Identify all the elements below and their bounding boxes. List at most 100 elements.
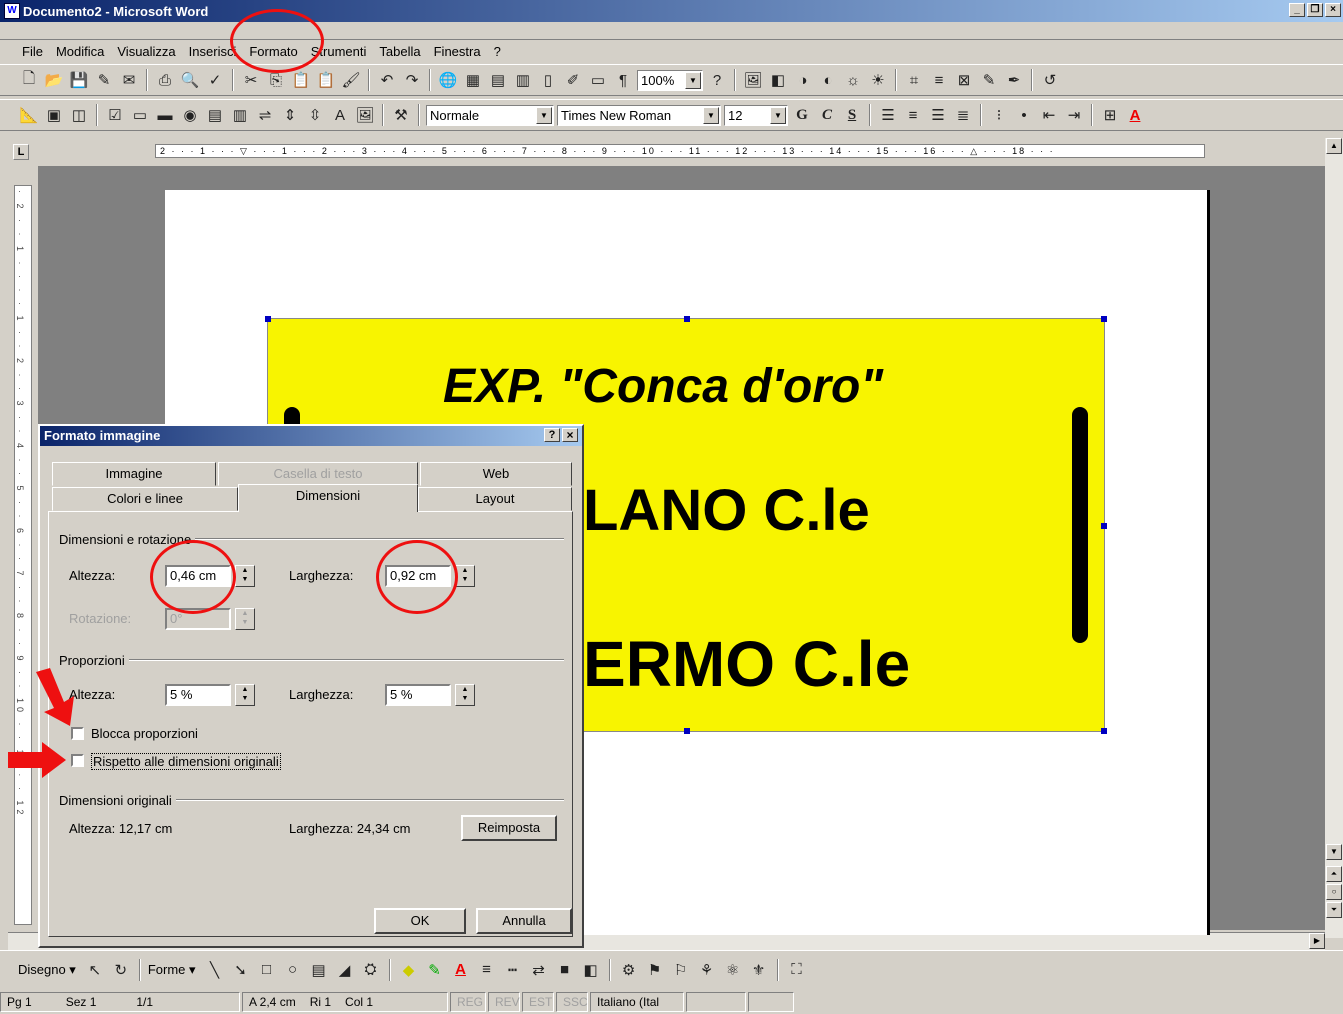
text-wrap-icon[interactable]: ✒	[1003, 69, 1025, 91]
relative-original-label[interactable]: Rispetto alle dimensioni originali	[91, 753, 281, 770]
chevron-down-icon[interactable]: ▼	[536, 106, 552, 124]
shadow-icon[interactable]: ■	[554, 959, 576, 981]
brightness-down-icon[interactable]: ☀	[867, 69, 889, 91]
image-icon[interactable]: ◧	[767, 69, 789, 91]
chevron-down-icon[interactable]: ▼	[685, 71, 701, 89]
next-page-icon[interactable]: ⏷	[1326, 902, 1342, 918]
3d-icon[interactable]: ◧	[580, 959, 602, 981]
spin-control-icon[interactable]: ⇕	[279, 104, 301, 126]
scroll-right-icon[interactable]: ▶	[1309, 933, 1325, 949]
toggle-control-icon[interactable]: ⇌	[254, 104, 276, 126]
contrast-up-icon[interactable]: ◑	[792, 69, 814, 91]
format-painter-icon[interactable]: 🖌	[340, 69, 362, 91]
status-rec[interactable]: REG	[450, 992, 486, 1012]
minimize-button[interactable]: _	[1289, 3, 1305, 17]
wordart-icon[interactable]: ◢	[334, 959, 356, 981]
contrast-down-icon[interactable]: ◐	[817, 69, 839, 91]
checkbox-control-icon[interactable]: ☑	[104, 104, 126, 126]
relative-original-checkbox[interactable]	[71, 754, 84, 767]
help-icon[interactable]: ?	[706, 69, 728, 91]
oval-icon[interactable]: ○	[282, 959, 304, 981]
permission-icon[interactable]: ✎	[93, 69, 115, 91]
preview-icon[interactable]: 🔍	[179, 69, 201, 91]
paste-special-icon[interactable]: 📋	[315, 69, 337, 91]
textbox-icon[interactable]: ▤	[308, 959, 330, 981]
lock-aspect-checkbox[interactable]	[71, 727, 84, 740]
select-objects-icon[interactable]: ↖	[84, 959, 106, 981]
scale-width-input[interactable]: 5 %	[385, 684, 451, 706]
increase-indent-icon[interactable]: ⇥	[1063, 104, 1085, 126]
button-control-icon[interactable]: ▬	[154, 104, 176, 126]
scrollbar-control-icon[interactable]: ⇳	[304, 104, 326, 126]
diagram-tool-7-icon[interactable]: ⛶	[786, 959, 808, 981]
align-center-icon[interactable]: ≡	[902, 104, 924, 126]
style-combo[interactable]: Normale ▼	[426, 104, 554, 126]
open-icon[interactable]: 📂	[43, 69, 65, 91]
diagram-tool-2-icon[interactable]: ⚑	[644, 959, 666, 981]
dash-style-icon[interactable]: ┅	[502, 959, 524, 981]
combobox-control-icon[interactable]: ▥	[229, 104, 251, 126]
tables-borders-icon[interactable]: ▦	[462, 69, 484, 91]
resize-handle-se[interactable]	[1101, 728, 1107, 734]
line-icon[interactable]: ╲	[204, 959, 226, 981]
image-control-icon[interactable]: 🖼	[354, 104, 376, 126]
design-mode-icon[interactable]: 📐	[18, 104, 40, 126]
text-color-icon[interactable]: A	[450, 959, 472, 981]
line-color-icon[interactable]: ✎	[424, 959, 446, 981]
lock-aspect-label[interactable]: Blocca proporzioni	[91, 726, 198, 741]
listbox-control-icon[interactable]: ▤	[204, 104, 226, 126]
resize-handle-ne[interactable]	[1101, 316, 1107, 322]
reset-button[interactable]: Reimposta	[461, 815, 557, 841]
restore-button[interactable]: ❐	[1307, 3, 1323, 17]
line-style-icon[interactable]: ≡	[928, 69, 950, 91]
brightness-up-icon[interactable]: ☼	[842, 69, 864, 91]
tab-selector[interactable]: L	[13, 144, 29, 160]
dialog-close-button[interactable]: ×	[562, 428, 578, 442]
cut-icon[interactable]: ✂	[240, 69, 262, 91]
tab-colori-e-linee[interactable]: Colori e linee	[52, 487, 238, 511]
resize-handle-s[interactable]	[684, 728, 690, 734]
diagram-tool-4-icon[interactable]: ⚘	[696, 959, 718, 981]
scroll-down-icon[interactable]: ▼	[1326, 844, 1342, 860]
font-color-icon[interactable]: A	[1124, 104, 1146, 126]
option-control-icon[interactable]: ◉	[179, 104, 201, 126]
word-app-icon[interactable]: W	[4, 3, 20, 19]
status-language[interactable]: Italiano (Ital	[590, 992, 684, 1012]
paste-icon[interactable]: 📋	[290, 69, 312, 91]
scale-height-input[interactable]: 5 %	[165, 684, 231, 706]
free-rotate-icon[interactable]: ↻	[110, 959, 132, 981]
width-spinner[interactable]: ▲ ▼	[455, 565, 475, 587]
browse-object-icon[interactable]: ○	[1326, 884, 1342, 900]
document-map-icon[interactable]: ▭	[587, 69, 609, 91]
diagram-tool-6-icon[interactable]: ⚜	[748, 959, 770, 981]
zoom-combo[interactable]: 100% ▼	[637, 69, 703, 91]
status-ovr[interactable]: SSC	[556, 992, 588, 1012]
rectangle-icon[interactable]: □	[256, 959, 278, 981]
spelling-icon[interactable]: ✓	[204, 69, 226, 91]
tab-immagine[interactable]: Immagine	[52, 462, 216, 486]
redo-icon[interactable]: ↷	[401, 69, 423, 91]
dialog-title-bar[interactable]: Formato immagine ? ×	[40, 426, 582, 446]
drawing-icon[interactable]: ✐	[562, 69, 584, 91]
font-size-combo[interactable]: 12 ▼	[724, 104, 788, 126]
menu-help[interactable]: ?	[494, 44, 501, 59]
tab-web[interactable]: Web	[420, 462, 572, 486]
diagram-tool-3-icon[interactable]: ⚐	[670, 959, 692, 981]
ok-button[interactable]: OK	[374, 908, 466, 934]
chevron-down-icon[interactable]: ▼	[703, 106, 719, 124]
scroll-up-icon[interactable]: ▲	[1326, 138, 1342, 154]
scale-height-spinner[interactable]: ▲ ▼	[235, 684, 255, 706]
properties-icon[interactable]: ▣	[43, 104, 65, 126]
menu-visualizza[interactable]: Visualizza	[117, 44, 175, 59]
cancel-button[interactable]: Annulla	[476, 908, 572, 934]
show-hide-icon[interactable]: ¶	[612, 69, 634, 91]
menu-inserisci[interactable]: Inserisci	[189, 44, 237, 59]
resize-handle-nw[interactable]	[265, 316, 271, 322]
crop-icon[interactable]: ⌗	[903, 69, 925, 91]
menu-modifica[interactable]: Modifica	[56, 44, 104, 59]
chevron-down-icon[interactable]: ▼	[770, 106, 786, 124]
insert-table-icon[interactable]: ▤	[487, 69, 509, 91]
dialog-help-button[interactable]: ?	[544, 428, 560, 442]
borders-icon[interactable]: ⊞	[1099, 104, 1121, 126]
underline-button[interactable]: S	[841, 104, 863, 126]
